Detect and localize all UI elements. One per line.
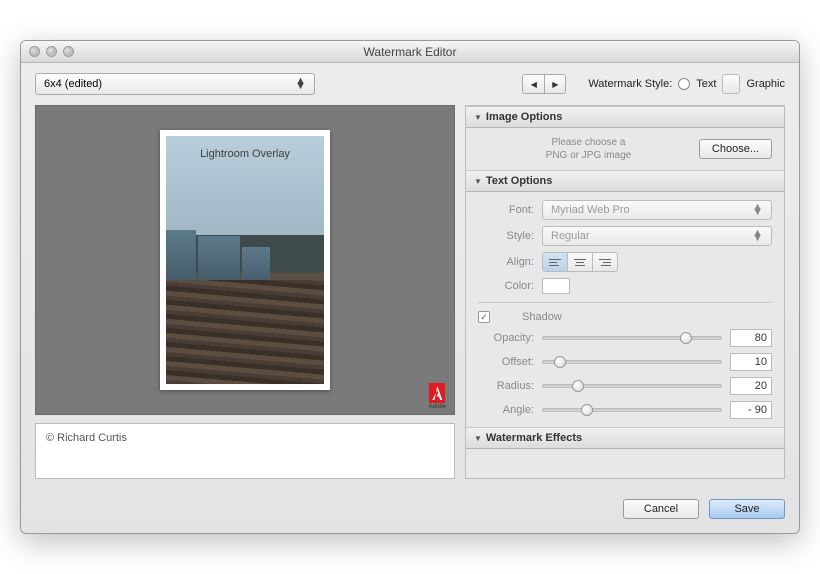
disclosure-icon: ▼ (474, 113, 482, 122)
divider (478, 302, 772, 303)
titlebar: Watermark Editor (21, 41, 799, 63)
image-hint: Please choose a PNG or JPG image (478, 136, 699, 162)
preset-select[interactable]: 6x4 (edited) ▲▼ (35, 73, 315, 95)
save-button[interactable]: Save (709, 499, 785, 519)
adobe-badge: Adobe (429, 383, 446, 410)
shadow-checkbox[interactable]: ✓ (478, 311, 490, 323)
choose-image-button[interactable]: Choose... (699, 139, 772, 159)
prev-button[interactable]: ◀ (522, 74, 544, 94)
opacity-label: Opacity: (478, 332, 534, 344)
adobe-brand-text: Adobe (429, 404, 446, 410)
text-options-body: Font: Myriad Web Pro ▲▼ Style: Regular ▲… (466, 192, 784, 427)
text-options-title: Text Options (486, 175, 552, 187)
style-field-label: Style: (478, 230, 534, 242)
opacity-value[interactable]: 80 (730, 329, 772, 347)
preview-page: Lightroom Overlay Adobe (160, 130, 330, 390)
caption-input[interactable]: © Richard Curtis (35, 423, 455, 479)
window-title: Watermark Editor (364, 45, 457, 59)
zoom-icon[interactable] (63, 46, 74, 57)
align-right-button[interactable] (592, 252, 618, 272)
preview-area: Lightroom Overlay Adobe (35, 105, 455, 415)
preview-nav: ◀ ▶ (522, 74, 566, 94)
color-swatch[interactable] (542, 278, 570, 294)
angle-label: Angle: (478, 404, 534, 416)
font-label: Font: (478, 204, 534, 216)
radius-slider[interactable] (542, 379, 722, 393)
font-select[interactable]: Myriad Web Pro ▲▼ (542, 200, 772, 220)
style-label: Watermark Style: (588, 78, 672, 90)
radio-graphic-label: Graphic (746, 78, 785, 90)
window-controls (29, 46, 74, 57)
minimize-icon[interactable] (46, 46, 57, 57)
disclosure-icon: ▼ (474, 434, 482, 443)
image-options-title: Image Options (486, 111, 562, 123)
radio-text-label: Text (696, 78, 716, 90)
opacity-slider[interactable] (542, 331, 722, 345)
align-center-button[interactable] (567, 252, 593, 272)
content: Lightroom Overlay Adobe © Richard Curtis… (21, 105, 799, 489)
align-label: Align: (478, 256, 534, 268)
adobe-logo-icon (429, 383, 445, 403)
preview-photo: Lightroom Overlay (166, 136, 324, 384)
preset-label: 6x4 (edited) (44, 78, 102, 90)
options-panel: ▼ Image Options Please choose a PNG or J… (465, 105, 785, 479)
footer: Cancel Save (21, 489, 799, 533)
offset-value[interactable]: 10 (730, 353, 772, 371)
updown-icon: ▲▼ (295, 79, 306, 89)
next-button[interactable]: ▶ (544, 74, 566, 94)
align-left-button[interactable] (542, 252, 568, 272)
offset-label: Offset: (478, 356, 534, 368)
radius-value[interactable]: 20 (730, 377, 772, 395)
shadow-label: Shadow (522, 311, 562, 323)
color-label: Color: (478, 280, 534, 292)
watermark-style-group: Watermark Style: Text Graphic (588, 74, 785, 94)
offset-slider[interactable] (542, 355, 722, 369)
angle-slider[interactable] (542, 403, 722, 417)
updown-icon: ▲▼ (752, 205, 763, 215)
watermark-overlay-text: Lightroom Overlay (166, 148, 324, 160)
image-options-body: Please choose a PNG or JPG image Choose.… (466, 128, 784, 170)
radius-label: Radius: (478, 380, 534, 392)
toolbar: 6x4 (edited) ▲▼ ◀ ▶ Watermark Style: Tex… (21, 63, 799, 105)
updown-icon: ▲▼ (752, 231, 763, 241)
left-pane: Lightroom Overlay Adobe © Richard Curtis (35, 105, 455, 479)
watermark-effects-header[interactable]: ▼ Watermark Effects (466, 427, 784, 449)
angle-value[interactable]: - 90 (730, 401, 772, 419)
image-options-header[interactable]: ▼ Image Options (466, 106, 784, 128)
close-icon[interactable] (29, 46, 40, 57)
cancel-button[interactable]: Cancel (623, 499, 699, 519)
font-value: Myriad Web Pro (551, 204, 630, 216)
disclosure-icon: ▼ (474, 177, 482, 186)
text-options-header[interactable]: ▼ Text Options (466, 170, 784, 192)
radio-text[interactable] (678, 78, 690, 90)
watermark-effects-title: Watermark Effects (486, 432, 582, 444)
radio-graphic[interactable] (722, 74, 740, 94)
align-group (542, 252, 618, 272)
font-style-value: Regular (551, 230, 590, 242)
watermark-editor-window: Watermark Editor 6x4 (edited) ▲▼ ◀ ▶ Wat… (20, 40, 800, 534)
font-style-select[interactable]: Regular ▲▼ (542, 226, 772, 246)
